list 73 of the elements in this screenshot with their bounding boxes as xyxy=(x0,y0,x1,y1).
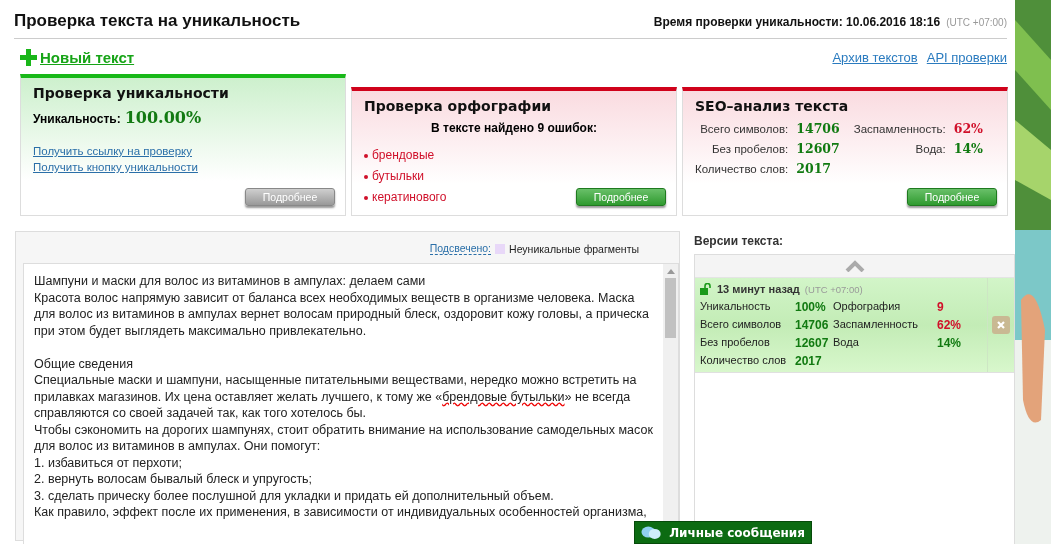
stat-label: Вода: xyxy=(914,143,946,155)
text-paragraph: Красота волос напрямую зависит от баланса всех необходимых веществ в организме человека. Маска для волос из витаминов в ампулах вернет волосам природный блеск, оздоровит кожу головы, а прическа при этом будет выглядеть максимально привлекательно. xyxy=(34,289,651,339)
scrollbar-thumb[interactable] xyxy=(665,278,676,338)
version-timezone: (UTC +07:00) xyxy=(804,283,863,295)
check-time: Время проверки уникальности: 10.06.2016 18:16 xyxy=(653,15,941,29)
text-paragraph: 3. сделать прическу более послушной для укладки и придать ей дополнительный объем. xyxy=(34,487,555,504)
stat-label: Заспамленность: xyxy=(852,123,946,135)
stat-value: 12607 xyxy=(796,141,840,156)
version-stat-value: 100% xyxy=(795,300,827,314)
text-paragraph: 2. вернуть волосам бывалый блеск и упругость; xyxy=(34,471,314,488)
messages-button[interactable]: Личные сообщения xyxy=(634,521,812,544)
close-icon xyxy=(996,320,1006,330)
bullet-icon xyxy=(364,174,368,179)
tab-title: Проверка уникальности xyxy=(33,85,230,101)
version-stat-label: Орфография xyxy=(833,300,902,314)
tab-title: SEO–анализ текста xyxy=(695,98,850,114)
stat-value: 2017 xyxy=(796,161,833,176)
version-stat-value: 9 xyxy=(937,300,945,314)
version-stat-label: Вода xyxy=(833,336,860,350)
check-tab[interactable]: Проверка уникальности Уникальность: 100.00% Получить ссылку на проверку Получить кнопку уникальности Подробнее xyxy=(20,74,346,216)
version-stat-label: Количество слов xyxy=(700,354,788,368)
text-paragraph: Как правило, эффект после их применения, в зависимости от индивидуальных особенностей организма, xyxy=(34,504,648,521)
version-stat-label: Без пробелов xyxy=(700,336,771,350)
version-stat-label: Уникальность xyxy=(700,300,772,314)
plus-icon xyxy=(20,49,37,66)
top-link[interactable]: API проверки xyxy=(926,50,1007,65)
version-stat-label: Всего символов xyxy=(700,318,783,332)
version-time: 13 минут назад xyxy=(717,283,800,295)
stat-value: 14706 xyxy=(796,121,840,136)
check-tab[interactable]: Проверка орфографии В тексте найдено 9 ошибок: брендовые бутыльки кератинового Подробнее xyxy=(351,87,677,216)
chevron-up-icon xyxy=(844,260,865,272)
legend-label: Неуникальные фрагменты xyxy=(509,242,639,255)
page-title: Проверка текста на уникальность xyxy=(14,11,302,31)
uniqueness-link[interactable]: Получить ссылку на проверку xyxy=(33,143,333,159)
bullet-icon xyxy=(364,195,368,200)
version-stat-value: 12607 xyxy=(795,336,830,350)
uniqueness-link[interactable]: Получить кнопку уникальности xyxy=(33,159,333,175)
stat-value: 14% xyxy=(953,141,983,156)
text-paragraph: Чтобы сэкономить на дорогих шампунях, стоит обратить внимание на использование самодельных масок для волос из витаминов в ампулах. Они помогут: xyxy=(34,421,653,455)
stat-label: Без пробелов: xyxy=(711,143,789,155)
version-stat-value: 14706 xyxy=(795,318,830,332)
details-button[interactable]: Подробнее xyxy=(907,188,997,206)
version-stat-value: 14% xyxy=(937,336,963,350)
version-stat-value: 2017 xyxy=(795,354,823,368)
version-stat-value: 62% xyxy=(937,318,963,332)
spelling-error: кератинового xyxy=(372,189,447,206)
stat-label: Всего символов: xyxy=(699,123,789,135)
tab-title: Проверка орфографии xyxy=(364,98,552,114)
highlight-link[interactable]: Подсвечено: xyxy=(429,242,492,255)
timezone: (UTC +07:00) xyxy=(946,17,1007,28)
text-paragraph: Шампуни и маски для волос из витаминов в ампулах: делаем сами xyxy=(34,273,427,290)
bullet-icon xyxy=(364,153,368,158)
top-link[interactable]: Архив текстов xyxy=(832,50,918,65)
spelling-error: бутыльки xyxy=(372,168,424,185)
chat-bubbles-icon xyxy=(641,524,662,541)
details-button[interactable]: Подробнее xyxy=(576,188,666,206)
highlight-swatch xyxy=(495,243,506,254)
stat-label: Количество слов: xyxy=(695,163,789,175)
stat-value: 62% xyxy=(953,121,983,136)
text-paragraph: 1. избавиться от перхоти; xyxy=(34,454,184,471)
uniqueness-value: 100.00% xyxy=(124,108,202,127)
version-item[interactable]: 13 минут назад (UTC +07:00) Уникальность 100% Орфография 9 Всего символов 14706 Заспамленность 62% Без пробелов 12607 Вода 14% Количество слов 2017 xyxy=(695,278,1014,373)
version-stat-label: Заспамленность xyxy=(833,318,919,332)
spelling-error: брендовые xyxy=(372,147,435,164)
error-summary: В тексте найдено 9 ошибок: xyxy=(430,121,598,135)
versions-title: Версии текста: xyxy=(694,234,785,248)
new-text-link[interactable]: Новый текст xyxy=(40,49,135,66)
scroll-up-button[interactable] xyxy=(695,255,1014,278)
uniqueness-label: Уникальность: xyxy=(33,112,121,126)
delete-button[interactable] xyxy=(992,316,1010,334)
text-paragraph: Специальные маски и шампуни, насыщенные питательными веществами, нередко можно встретить на прилавках магазинов. Их цена оставляет желать лучшего, к тому же «брендовые бутыльки» не всегда справляются со своей задачей так, как того хотелось бы. xyxy=(34,372,638,422)
check-tab[interactable]: SEO–анализ текста Всего символов: 14706 Заспамленность: 62% Без пробелов: 12607 Вода: 14% Количество слов: 2017 Подробнее xyxy=(682,87,1008,216)
text-paragraph: Общие сведения xyxy=(34,355,134,372)
